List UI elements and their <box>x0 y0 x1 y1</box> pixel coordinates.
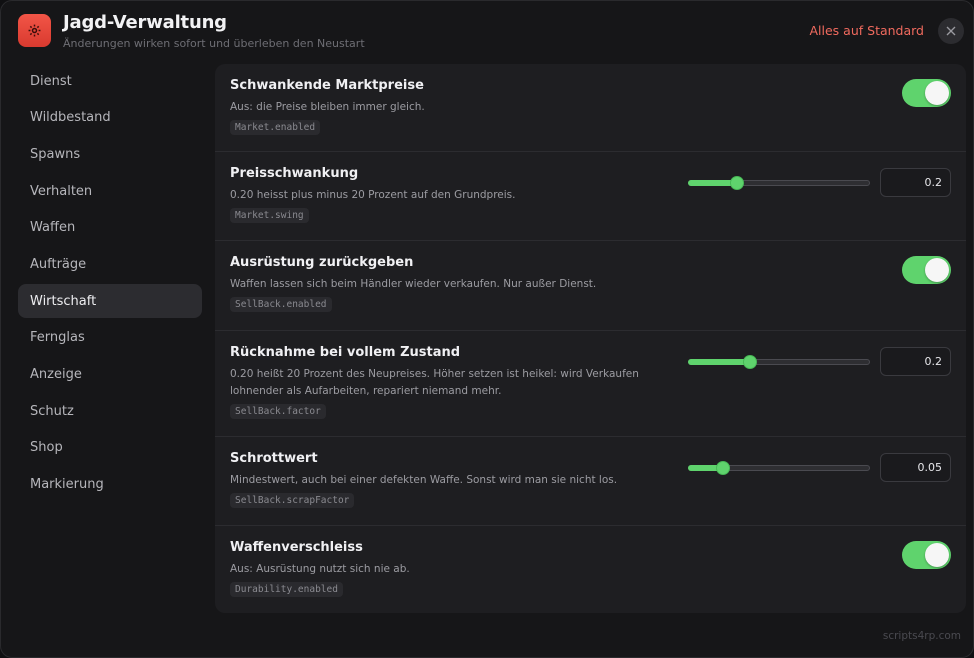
setting-description: 0.20 heißt 20 Prozent des Neupreises. Hö… <box>230 368 639 397</box>
close-icon <box>946 26 956 36</box>
setting-title: Ausrüstung zurückgeben <box>230 255 414 270</box>
slider-thumb[interactable] <box>742 355 757 369</box>
sidebar-item-waffen[interactable]: Waffen <box>18 211 202 245</box>
setting-description: Aus: Ausrüstung nutzt sich nie ab. <box>230 563 410 575</box>
value-input[interactable] <box>880 168 951 197</box>
toggle-knob <box>925 81 949 105</box>
page-subtitle: Änderungen wirken sofort und überleben d… <box>63 37 365 50</box>
toggle-switch[interactable] <box>902 541 951 569</box>
setting-title: Rücknahme bei vollem Zustand <box>230 345 461 360</box>
sidebar-item-wirtschaft[interactable]: Wirtschaft <box>18 284 202 319</box>
sidebar-item-spawns[interactable]: Spawns <box>18 137 202 171</box>
toggle-knob <box>925 543 949 567</box>
setting-key-badge: SellBack.factor <box>230 404 326 419</box>
setting-title: Preisschwankung <box>230 166 359 181</box>
setting-row: Schrottwert Mindestwert, auch bei einer d… <box>215 437 966 526</box>
close-button[interactable] <box>938 18 964 44</box>
sidebar-item-wildbestand[interactable]: Wildbestand <box>18 101 202 135</box>
setting-title: Schrottwert <box>230 451 318 466</box>
sidebar-item-verhalten[interactable]: Verhalten <box>18 174 202 208</box>
watermark: scripts4rp.com <box>882 630 961 642</box>
setting-key-badge: SellBack.scrapFactor <box>230 493 355 508</box>
sidebar-item-fernglas[interactable]: Fernglas <box>18 321 202 355</box>
value-slider[interactable] <box>688 353 870 371</box>
slider-thumb[interactable] <box>715 461 730 475</box>
setting-title: Schwankende Marktpreise <box>230 78 424 93</box>
setting-row: Waffenverschleiss Aus: Ausrüstung nutzt s… <box>215 526 966 613</box>
slider-fill <box>688 359 750 365</box>
setting-row: Schwankende Marktpreise Aus: die Preise b… <box>215 64 966 152</box>
setting-description: 0.20 heisst plus minus 20 Prozent auf de… <box>230 189 516 201</box>
toggle-switch[interactable] <box>902 79 951 107</box>
sidebar-nav: Dienst Wildbestand Spawns Verhalten Waffen Au… <box>18 64 202 504</box>
toggle-knob <box>925 258 949 282</box>
value-slider[interactable] <box>688 459 870 477</box>
setting-key-badge: Market.swing <box>230 208 309 223</box>
setting-key-badge: Market.enabled <box>230 120 321 135</box>
sidebar-item-shop[interactable]: Shop <box>18 431 202 465</box>
page-title: Jagd-Verwaltung <box>63 12 227 33</box>
setting-description: Waffen lassen sich beim Händler wieder v… <box>230 278 597 290</box>
header: Jagd-Verwaltung Änderungen wirken sofort… <box>1 1 973 63</box>
settings-panel: Schwankende Marktpreise Aus: die Preise b… <box>215 64 966 613</box>
setting-description: Mindestwert, auch bei einer defekten Waf… <box>230 474 618 486</box>
sidebar-item-anzeige[interactable]: Anzeige <box>18 358 202 392</box>
sidebar-item-dienst[interactable]: Dienst <box>18 64 202 98</box>
setting-key-badge: Durability.enabled <box>230 582 343 597</box>
sidebar-item-markierung[interactable]: Markierung <box>18 468 202 502</box>
setting-title: Waffenverschleiss <box>230 540 363 555</box>
value-input[interactable] <box>880 453 951 482</box>
setting-key-badge: SellBack.enabled <box>230 297 332 312</box>
value-input[interactable] <box>880 347 951 376</box>
reset-all-button[interactable]: Alles auf Standard <box>810 23 925 38</box>
gear-icon <box>18 14 51 47</box>
sidebar-item-auftr-ge[interactable]: Aufträge <box>18 247 202 281</box>
value-slider[interactable] <box>688 174 870 192</box>
slider-thumb[interactable] <box>730 176 745 190</box>
toggle-switch[interactable] <box>902 256 951 284</box>
setting-description: Aus: die Preise bleiben immer gleich. <box>230 101 425 113</box>
setting-row: Ausrüstung zurückgeben Waffen lassen sich… <box>215 241 966 331</box>
setting-row: Preisschwankung 0.20 heisst plus minus 20… <box>215 152 966 241</box>
settings-window: Jagd-Verwaltung Änderungen wirken sofort… <box>0 0 974 658</box>
setting-row: Rücknahme bei vollem Zustand 0.20 heißt 2… <box>215 331 966 437</box>
sidebar-item-schutz[interactable]: Schutz <box>18 394 202 428</box>
